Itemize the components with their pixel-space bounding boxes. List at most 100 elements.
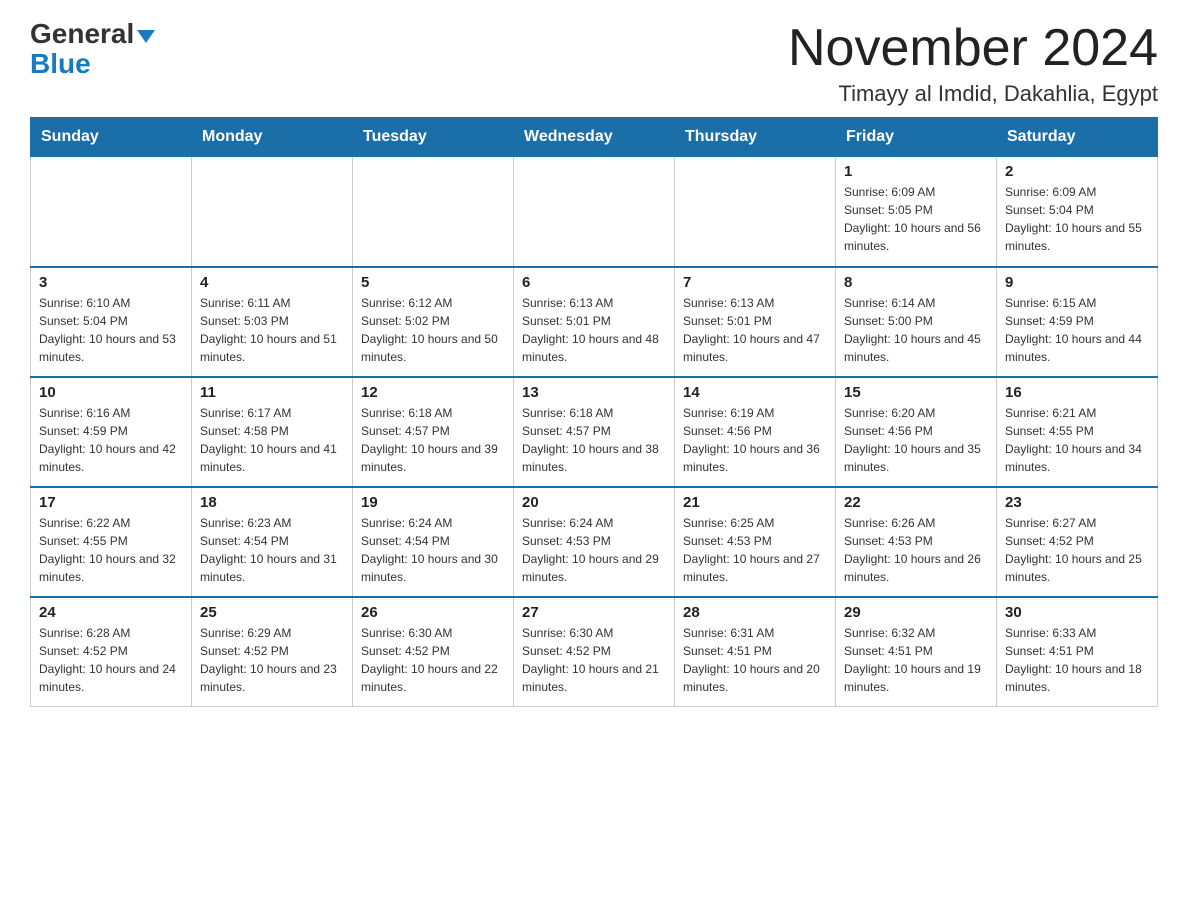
day-info: Sunrise: 6:29 AMSunset: 4:52 PMDaylight:…	[200, 624, 344, 696]
day-number: 20	[522, 494, 666, 511]
calendar-cell: 28 Sunrise: 6:31 AMSunset: 4:51 PMDayligh…	[675, 597, 836, 707]
calendar-cell: 3Sunrise: 6:10 AMSunset: 5:04 PMDaylight…	[31, 267, 192, 377]
logo-arrow-icon	[137, 30, 155, 43]
day-number: 16	[1005, 384, 1149, 401]
weekday-header-thursday: Thursday	[675, 118, 836, 157]
calendar-week-row: 3Sunrise: 6:10 AMSunset: 5:04 PMDaylight…	[31, 267, 1158, 377]
day-info: Sunrise: 6:33 AMSunset: 4:51 PMDaylight:…	[1005, 624, 1149, 696]
day-info: Sunrise: 6:18 AMSunset: 4:57 PMDaylight:…	[361, 404, 505, 476]
page-header: General Blue November 2024 Timayy al Imd…	[30, 20, 1158, 107]
day-info: Sunrise: 6:10 AMSunset: 5:04 PMDaylight:…	[39, 294, 183, 366]
calendar-cell: 17Sunrise: 6:22 AMSunset: 4:55 PMDayligh…	[31, 487, 192, 597]
day-number: 23	[1005, 494, 1149, 511]
day-number: 27	[522, 604, 666, 621]
calendar-cell: 22 Sunrise: 6:26 AMSunset: 4:53 PMDayligh…	[836, 487, 997, 597]
calendar-table: SundayMondayTuesdayWednesdayThursdayFrid…	[30, 117, 1158, 707]
calendar-cell: 25 Sunrise: 6:29 AMSunset: 4:52 PMDayligh…	[192, 597, 353, 707]
calendar-week-row: 1 Sunrise: 6:09 AMSunset: 5:05 PMDaylight…	[31, 157, 1158, 267]
calendar-week-row: 17Sunrise: 6:22 AMSunset: 4:55 PMDayligh…	[31, 487, 1158, 597]
calendar-cell: 18Sunrise: 6:23 AMSunset: 4:54 PMDayligh…	[192, 487, 353, 597]
day-info: Sunrise: 6:27 AMSunset: 4:52 PMDaylight:…	[1005, 514, 1149, 586]
day-info: Sunrise: 6:31 AMSunset: 4:51 PMDaylight:…	[683, 624, 827, 696]
day-info: Sunrise: 6:13 AMSunset: 5:01 PMDaylight:…	[522, 294, 666, 366]
weekday-header-row: SundayMondayTuesdayWednesdayThursdayFrid…	[31, 118, 1158, 157]
calendar-cell: 6Sunrise: 6:13 AMSunset: 5:01 PMDaylight…	[514, 267, 675, 377]
logo-blue: Blue	[30, 50, 91, 78]
day-number: 7	[683, 274, 827, 291]
day-info: Sunrise: 6:24 AMSunset: 4:54 PMDaylight:…	[361, 514, 505, 586]
location-title: Timayy al Imdid, Dakahlia, Egypt	[788, 81, 1158, 107]
calendar-cell: 12 Sunrise: 6:18 AMSunset: 4:57 PMDayligh…	[353, 377, 514, 487]
day-number: 4	[200, 274, 344, 291]
day-number: 2	[1005, 163, 1149, 180]
calendar-cell: 15 Sunrise: 6:20 AMSunset: 4:56 PMDayligh…	[836, 377, 997, 487]
day-info: Sunrise: 6:12 AMSunset: 5:02 PMDaylight:…	[361, 294, 505, 366]
day-number: 9	[1005, 274, 1149, 291]
day-number: 8	[844, 274, 988, 291]
title-area: November 2024 Timayy al Imdid, Dakahlia,…	[788, 20, 1158, 107]
day-info: Sunrise: 6:30 AMSunset: 4:52 PMDaylight:…	[522, 624, 666, 696]
logo-general: General	[30, 20, 134, 48]
day-info: Sunrise: 6:17 AMSunset: 4:58 PMDaylight:…	[200, 404, 344, 476]
calendar-cell: 24 Sunrise: 6:28 AMSunset: 4:52 PMDayligh…	[31, 597, 192, 707]
day-number: 19	[361, 494, 505, 511]
calendar-week-row: 10Sunrise: 6:16 AMSunset: 4:59 PMDayligh…	[31, 377, 1158, 487]
day-number: 25	[200, 604, 344, 621]
weekday-header-saturday: Saturday	[997, 118, 1158, 157]
calendar-cell: 1 Sunrise: 6:09 AMSunset: 5:05 PMDaylight…	[836, 157, 997, 267]
day-number: 5	[361, 274, 505, 291]
calendar-cell: 10Sunrise: 6:16 AMSunset: 4:59 PMDayligh…	[31, 377, 192, 487]
calendar-cell: 30Sunrise: 6:33 AMSunset: 4:51 PMDayligh…	[997, 597, 1158, 707]
calendar-cell: 5 Sunrise: 6:12 AMSunset: 5:02 PMDaylight…	[353, 267, 514, 377]
day-info: Sunrise: 6:26 AMSunset: 4:53 PMDaylight:…	[844, 514, 988, 586]
weekday-header-sunday: Sunday	[31, 118, 192, 157]
day-number: 18	[200, 494, 344, 511]
calendar-cell: 13Sunrise: 6:18 AMSunset: 4:57 PMDayligh…	[514, 377, 675, 487]
day-number: 11	[200, 384, 344, 401]
calendar-cell: 11 Sunrise: 6:17 AMSunset: 4:58 PMDayligh…	[192, 377, 353, 487]
day-number: 21	[683, 494, 827, 511]
day-info: Sunrise: 6:32 AMSunset: 4:51 PMDaylight:…	[844, 624, 988, 696]
calendar-cell: 20 Sunrise: 6:24 AMSunset: 4:53 PMDayligh…	[514, 487, 675, 597]
calendar-cell: 27 Sunrise: 6:30 AMSunset: 4:52 PMDayligh…	[514, 597, 675, 707]
day-info: Sunrise: 6:13 AMSunset: 5:01 PMDaylight:…	[683, 294, 827, 366]
logo: General Blue	[30, 20, 155, 78]
day-number: 26	[361, 604, 505, 621]
day-number: 17	[39, 494, 183, 511]
calendar-cell: 9 Sunrise: 6:15 AMSunset: 4:59 PMDaylight…	[997, 267, 1158, 377]
day-info: Sunrise: 6:16 AMSunset: 4:59 PMDaylight:…	[39, 404, 183, 476]
day-number: 12	[361, 384, 505, 401]
day-number: 24	[39, 604, 183, 621]
day-number: 1	[844, 163, 988, 180]
day-info: Sunrise: 6:20 AMSunset: 4:56 PMDaylight:…	[844, 404, 988, 476]
month-title: November 2024	[788, 20, 1158, 77]
day-info: Sunrise: 6:09 AMSunset: 5:05 PMDaylight:…	[844, 183, 988, 255]
calendar-cell	[31, 157, 192, 267]
calendar-cell: 4Sunrise: 6:11 AMSunset: 5:03 PMDaylight…	[192, 267, 353, 377]
calendar-cell: 26Sunrise: 6:30 AMSunset: 4:52 PMDayligh…	[353, 597, 514, 707]
day-info: Sunrise: 6:24 AMSunset: 4:53 PMDaylight:…	[522, 514, 666, 586]
calendar-cell: 2 Sunrise: 6:09 AMSunset: 5:04 PMDaylight…	[997, 157, 1158, 267]
weekday-header-monday: Monday	[192, 118, 353, 157]
calendar-cell	[514, 157, 675, 267]
day-info: Sunrise: 6:28 AMSunset: 4:52 PMDaylight:…	[39, 624, 183, 696]
calendar-cell: 16Sunrise: 6:21 AMSunset: 4:55 PMDayligh…	[997, 377, 1158, 487]
calendar-cell: 29 Sunrise: 6:32 AMSunset: 4:51 PMDayligh…	[836, 597, 997, 707]
day-info: Sunrise: 6:19 AMSunset: 4:56 PMDaylight:…	[683, 404, 827, 476]
day-number: 13	[522, 384, 666, 401]
calendar-cell: 8 Sunrise: 6:14 AMSunset: 5:00 PMDaylight…	[836, 267, 997, 377]
calendar-cell: 21Sunrise: 6:25 AMSunset: 4:53 PMDayligh…	[675, 487, 836, 597]
day-number: 28	[683, 604, 827, 621]
weekday-header-wednesday: Wednesday	[514, 118, 675, 157]
weekday-header-friday: Friday	[836, 118, 997, 157]
calendar-cell: 7 Sunrise: 6:13 AMSunset: 5:01 PMDaylight…	[675, 267, 836, 377]
day-info: Sunrise: 6:14 AMSunset: 5:00 PMDaylight:…	[844, 294, 988, 366]
calendar-cell	[192, 157, 353, 267]
calendar-cell	[675, 157, 836, 267]
day-number: 15	[844, 384, 988, 401]
day-number: 22	[844, 494, 988, 511]
day-info: Sunrise: 6:15 AMSunset: 4:59 PMDaylight:…	[1005, 294, 1149, 366]
calendar-cell: 23 Sunrise: 6:27 AMSunset: 4:52 PMDayligh…	[997, 487, 1158, 597]
day-number: 29	[844, 604, 988, 621]
day-info: Sunrise: 6:09 AMSunset: 5:04 PMDaylight:…	[1005, 183, 1149, 255]
